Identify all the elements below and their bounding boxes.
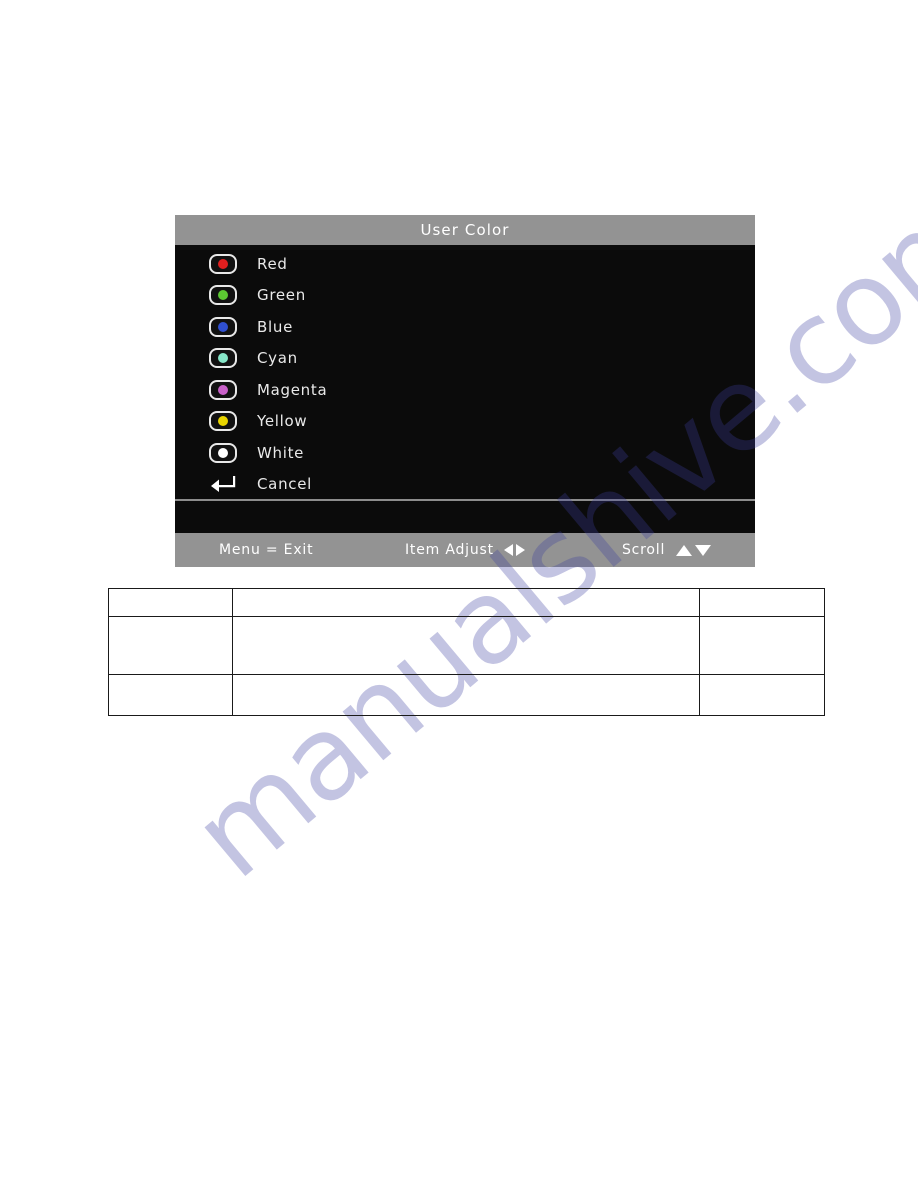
color-swatch-icon [209,316,237,337]
triangle-down-icon [695,544,712,556]
menu-item-green[interactable]: Green [175,280,755,312]
menu-item-magenta[interactable]: Magenta [175,374,755,406]
table-cell [699,588,825,617]
table-row [108,616,825,675]
footer-adjust-label: Item Adjust [405,542,494,558]
table-cell [699,674,825,716]
menu-item-label: Cyan [257,349,298,368]
osd-status-area [175,501,755,533]
color-dot-magenta [218,384,228,395]
menu-item-white[interactable]: White [175,437,755,469]
color-swatch-icon [209,379,237,400]
color-dot-red [218,258,228,269]
osd-title: User Color [420,221,510,239]
menu-item-label: Blue [257,317,293,336]
table-cell [231,674,701,716]
osd-header: User Color [175,215,755,245]
footer-scroll-label: Scroll [622,542,666,558]
color-dot-white [218,447,228,458]
table-cell [231,588,701,617]
osd-footer: Menu = Exit Item Adjust Scroll [175,533,755,567]
return-arrow-icon [209,474,237,494]
color-swatch-icon [209,285,237,306]
menu-item-yellow[interactable]: Yellow [175,406,755,438]
footer-exit-hint: Menu = Exit [219,542,313,558]
menu-item-label: White [257,443,305,462]
color-dot-cyan [218,353,228,364]
table-cell [231,616,701,675]
osd-panel: User Color Red Green Blue Cyan Magenta Y… [175,215,755,567]
menu-item-label: Green [257,286,306,305]
menu-item-red[interactable]: Red [175,248,755,280]
footer-scroll-hint: Scroll [622,542,712,558]
menu-item-label: Red [257,254,288,273]
footer-exit-label: Menu = Exit [219,542,314,558]
table-cell [108,674,233,716]
table-row [108,674,825,716]
menu-item-cancel[interactable]: Cancel [175,469,755,501]
footer-adjust-hint: Item Adjust [405,542,525,558]
table-row [108,588,825,617]
color-dot-yellow [218,416,228,427]
color-swatch-icon [209,253,237,274]
table-cell [108,616,233,675]
menu-item-blue[interactable]: Blue [175,311,755,343]
color-swatch-icon [209,411,237,432]
document-table [108,588,825,716]
menu-item-cyan[interactable]: Cyan [175,343,755,375]
color-swatch-icon [209,348,237,369]
menu-item-label: Magenta [257,380,328,399]
triangle-right-icon [515,544,525,556]
table-cell [699,616,825,675]
menu-item-label: Cancel [257,475,313,494]
menu-item-label: Yellow [257,412,308,431]
triangle-left-icon [503,544,513,556]
color-dot-blue [218,321,228,332]
triangle-up-icon [676,544,693,556]
color-dot-green [218,290,228,301]
table-cell [108,588,233,617]
color-swatch-icon [209,442,237,463]
osd-menu-list: Red Green Blue Cyan Magenta Yellow White… [175,245,755,499]
